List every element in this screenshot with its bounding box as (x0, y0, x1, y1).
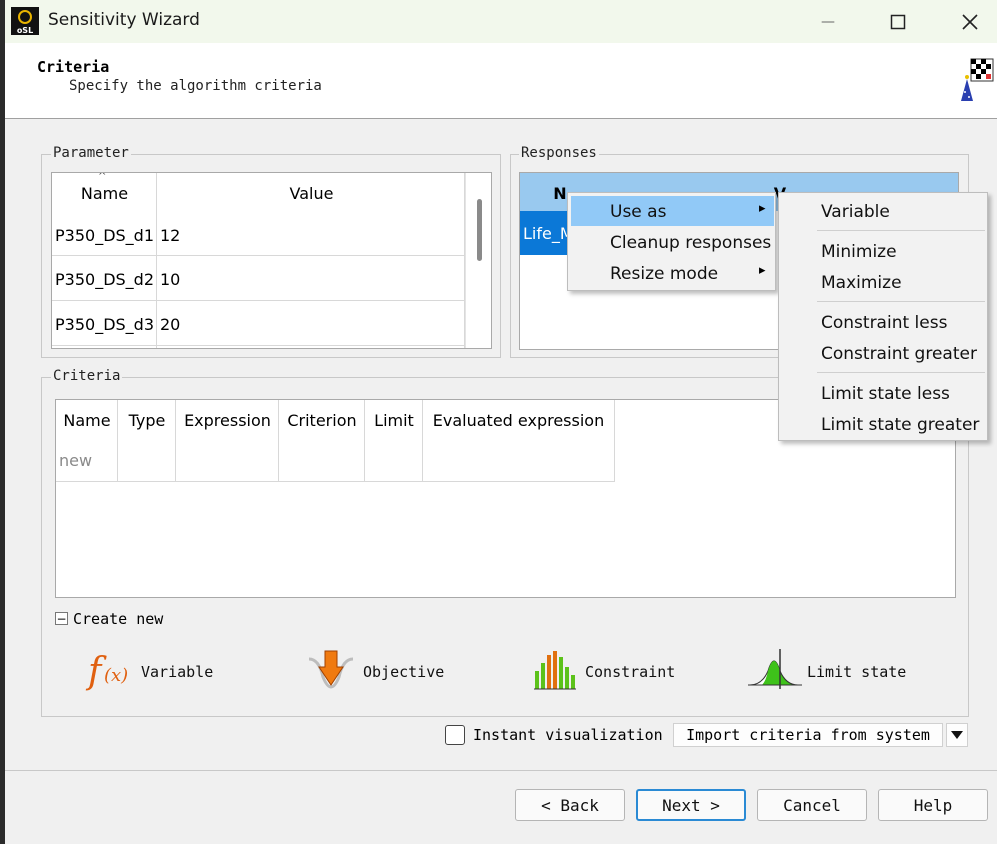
wizard-header: Criteria Specify the algorithm criteria (5, 43, 997, 119)
import-criteria-label: Import criteria from system (686, 726, 930, 744)
vertical-scrollbar[interactable] (465, 173, 491, 348)
submenu-item-limit-state-greater[interactable]: Limit state greater (821, 415, 979, 435)
wizard-hat-icon (961, 58, 994, 101)
page-title: Criteria (37, 58, 110, 76)
row-divider (56, 481, 615, 482)
column-header-limit[interactable]: Limit (365, 404, 423, 436)
create-variable-button[interactable]: f (x) Variable (84, 645, 224, 697)
instant-visualization-label: Instant visualization (473, 726, 663, 744)
dropdown-arrow-icon (951, 731, 963, 739)
column-header-evaluated-expression[interactable]: Evaluated expression (423, 404, 614, 436)
menu-separator (817, 301, 985, 302)
maximize-button[interactable] (863, 0, 933, 43)
back-button[interactable]: < Back (515, 789, 625, 821)
create-objective-label: Objective (363, 663, 445, 681)
submenu-item-maximize[interactable]: Maximize (821, 273, 902, 293)
submenu-item-constraint-less[interactable]: Constraint less (821, 313, 947, 333)
menu-item-resize-mode[interactable]: Resize mode (610, 264, 718, 284)
table-row-value[interactable]: 20 (160, 302, 180, 346)
create-variable-label: Variable (141, 663, 214, 681)
menu-separator (817, 230, 985, 231)
function-icon: f (x) (85, 651, 128, 692)
limit-state-icon (748, 649, 802, 689)
column-header-expression[interactable]: Expression (176, 404, 279, 436)
create-constraint-label: Constraint (585, 663, 676, 681)
instant-visualization-checkbox[interactable] (445, 725, 465, 745)
collapse-icon: − (56, 611, 67, 626)
parameter-table: ^ Name Value P350_DS_d1 12 P350_DS_d2 10… (51, 172, 492, 349)
minimize-icon: — (821, 13, 835, 30)
footer-divider (5, 770, 997, 771)
criteria-group-label: Criteria (51, 368, 123, 384)
create-new-collapse-toggle[interactable]: − (55, 612, 68, 625)
column-divider (614, 400, 615, 482)
create-new-label: Create new (73, 610, 164, 628)
submenu-item-minimize[interactable]: Minimize (821, 242, 897, 262)
create-limit-state-label: Limit state (807, 663, 907, 681)
table-row-value[interactable]: 12 (160, 213, 180, 257)
submenu-arrow-icon: ▸ (759, 263, 766, 278)
cancel-button[interactable]: Cancel (757, 789, 867, 821)
svg-text:(x): (x) (104, 665, 128, 686)
column-header-name[interactable]: Name (56, 404, 118, 436)
submenu-item-variable[interactable]: Variable (821, 202, 890, 222)
column-header-criterion[interactable]: Criterion (279, 404, 365, 436)
column-divider (175, 400, 176, 482)
window-title: Sensitivity Wizard (48, 10, 200, 30)
column-header-name[interactable]: Name (52, 177, 157, 209)
responses-context-menu: Use as ▸ Cleanup responses Resize mode ▸ (567, 192, 776, 291)
menu-separator (817, 372, 985, 373)
close-icon (962, 13, 978, 30)
constraint-icon (534, 651, 576, 690)
table-row-value[interactable]: 10 (160, 257, 180, 301)
column-divider (422, 400, 423, 482)
table-row-name[interactable]: P350_DS_d1 (55, 213, 154, 257)
scrollbar-thumb[interactable] (477, 199, 482, 261)
menu-item-highlight (571, 196, 774, 226)
menu-item-cleanup-responses[interactable]: Cleanup responses (610, 233, 771, 253)
column-divider (117, 400, 118, 482)
create-limit-state-button[interactable]: Limit state (748, 645, 918, 697)
next-button[interactable]: Next > (636, 789, 746, 821)
import-criteria-button[interactable]: Import criteria from system (673, 723, 943, 747)
column-header-value[interactable]: Value (157, 177, 466, 209)
row-divider (52, 345, 465, 346)
maximize-icon (890, 14, 906, 29)
page-subtitle: Specify the algorithm criteria (69, 78, 322, 94)
submenu-item-constraint-greater[interactable]: Constraint greater (821, 344, 977, 364)
submenu-arrow-icon: ▸ (759, 201, 766, 216)
create-constraint-button[interactable]: Constraint (532, 645, 682, 697)
new-criterion-row[interactable]: new (59, 440, 92, 480)
column-divider (156, 173, 157, 348)
row-divider (52, 255, 465, 256)
help-button[interactable]: Help (878, 789, 988, 821)
row-divider (52, 300, 465, 301)
table-row-name[interactable]: P350_DS_d3 (55, 302, 154, 346)
responses-group-label: Responses (519, 145, 599, 161)
column-divider (364, 400, 365, 482)
close-button[interactable] (935, 0, 997, 43)
table-row-name[interactable]: P350_DS_d2 (55, 257, 154, 301)
use-as-submenu: Variable Minimize Maximize Constraint le… (778, 192, 988, 441)
submenu-item-limit-state-less[interactable]: Limit state less (821, 384, 950, 404)
create-objective-button[interactable]: Objective (305, 645, 455, 697)
app-logo-icon: oSL (11, 7, 39, 35)
parameter-group-label: Parameter (51, 145, 131, 161)
column-header-type[interactable]: Type (118, 404, 176, 436)
menu-item-use-as[interactable]: Use as (610, 202, 666, 222)
objective-icon (308, 650, 354, 689)
column-divider (278, 400, 279, 482)
svg-text:oSL: oSL (17, 26, 33, 35)
import-options-dropdown[interactable] (946, 723, 968, 747)
minimize-button[interactable]: — (793, 0, 863, 43)
sort-indicator-icon: ^ (572, 172, 581, 180)
